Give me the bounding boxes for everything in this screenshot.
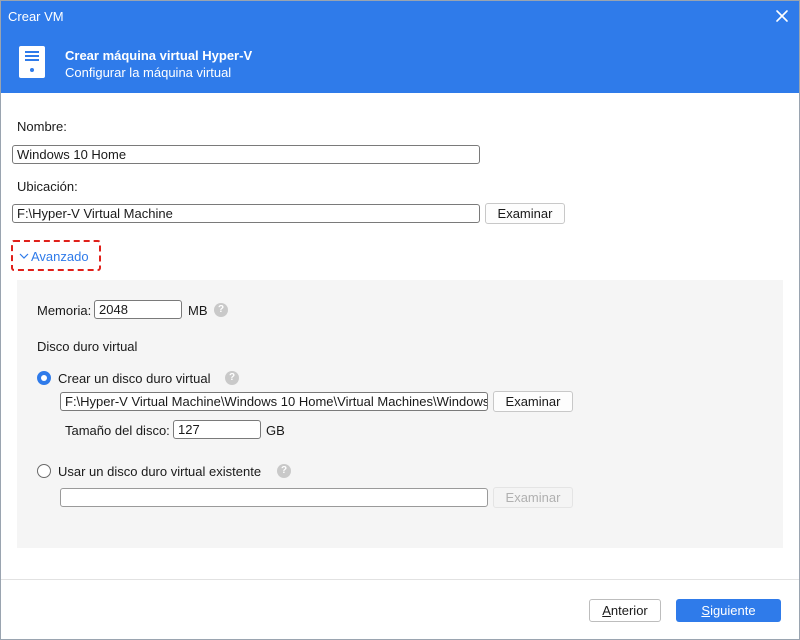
close-button[interactable]	[772, 6, 792, 26]
location-browse-button[interactable]: Examinar	[485, 203, 565, 224]
disk-section-label: Disco duro virtual	[37, 339, 138, 354]
footer-divider	[0, 579, 800, 580]
create-disk-label[interactable]: Crear un disco duro virtual	[58, 371, 210, 386]
next-mnemonic: S	[701, 603, 711, 618]
disk-size-unit: GB	[266, 423, 285, 438]
memory-label: Memoria:	[37, 303, 92, 318]
close-icon	[776, 10, 788, 22]
disk-size-label: Tamaño del disco:	[65, 423, 170, 438]
window-title: Crear VM	[8, 9, 64, 24]
existing-disk-radio[interactable]	[37, 464, 51, 478]
previous-button[interactable]: Anterior	[589, 599, 661, 622]
header-title: Crear máquina virtual Hyper-V	[65, 48, 253, 63]
chevron-down-icon	[19, 253, 29, 259]
disk-size-input[interactable]: 127	[173, 420, 261, 439]
memory-unit: MB	[188, 303, 208, 318]
previous-mnemonic: A	[602, 603, 611, 618]
next-label: iguiente	[710, 603, 756, 618]
header-subtitle: Configurar la máquina virtual	[65, 65, 232, 80]
create-disk-radio[interactable]	[37, 371, 51, 385]
location-input[interactable]: F:\Hyper-V Virtual Machine	[12, 204, 480, 223]
previous-label: nterior	[610, 603, 648, 618]
disk-browse-button[interactable]: Examinar	[493, 391, 573, 412]
next-button[interactable]: Siguiente	[676, 599, 781, 622]
document-icon	[19, 46, 45, 78]
advanced-toggle[interactable]: Avanzado	[11, 240, 101, 271]
advanced-label: Avanzado	[31, 249, 89, 264]
location-label: Ubicación:	[17, 179, 78, 194]
memory-help-icon[interactable]: ?	[214, 303, 228, 317]
create-disk-help-icon[interactable]: ?	[225, 371, 239, 385]
disk-path-input[interactable]: F:\Hyper-V Virtual Machine\Windows 10 Ho…	[60, 392, 488, 411]
name-input[interactable]: Windows 10 Home	[12, 145, 480, 164]
existing-disk-help-icon[interactable]: ?	[277, 464, 291, 478]
advanced-panel	[17, 280, 783, 548]
memory-input[interactable]: 2048	[94, 300, 182, 319]
existing-disk-path-input[interactable]	[60, 488, 488, 507]
existing-disk-browse-button: Examinar	[493, 487, 573, 508]
existing-disk-label[interactable]: Usar un disco duro virtual existente	[58, 464, 261, 479]
dialog-header: Crear VM Crear máquina virtual Hyper-V C…	[0, 0, 800, 93]
name-label: Nombre:	[17, 119, 67, 134]
